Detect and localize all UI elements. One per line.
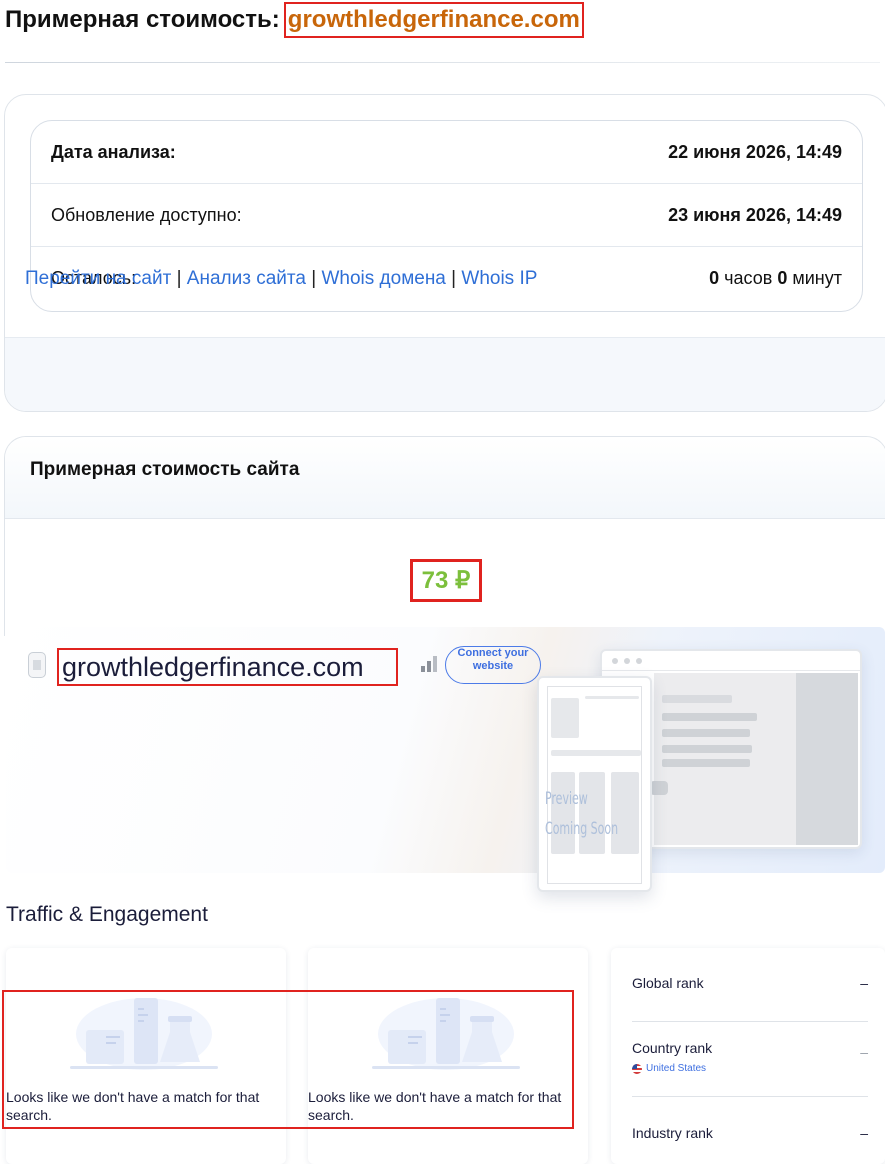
country-name: United States: [646, 1063, 707, 1074]
site-value-title: Примерная стоимость сайта: [5, 437, 885, 519]
page-title-domain: growthledgerfinance.com: [283, 2, 584, 38]
industry-rank-value: –: [860, 1125, 868, 1141]
update-available-row: Обновление доступно: 23 июня 2026, 14:49: [31, 184, 862, 247]
analysis-date-value: 22 июня 2026, 14:49: [668, 141, 842, 162]
global-rank-row: Global rank –: [632, 975, 868, 991]
global-rank-label: Global rank: [632, 975, 704, 991]
site-value-price: 73 ₽: [410, 559, 482, 602]
link-separator: |: [311, 268, 317, 289]
remaining-minutes-unit: минут: [792, 268, 842, 288]
analysis-info-card: Дата анализа: 22 июня 2026, 14:49 Обновл…: [4, 94, 885, 412]
update-available-value: 23 июня 2026, 14:49: [668, 204, 842, 225]
remaining-hours-unit: часов: [724, 268, 773, 288]
page-header: Примерная стоимость: growthledgerfinance…: [5, 2, 584, 38]
site-value-card: Примерная стоимость сайта: [4, 436, 885, 636]
link-whois-ip[interactable]: Whois IP: [461, 268, 537, 289]
industry-rank-label: Industry rank: [632, 1125, 713, 1141]
update-available-label: Обновление доступно:: [51, 204, 242, 225]
analysis-date-label: Дата анализа:: [51, 141, 176, 162]
industry-rank-row: Industry rank –: [632, 1125, 868, 1141]
country-rank-value: –: [860, 1044, 868, 1060]
signal-bars-icon: [421, 656, 439, 672]
link-separator: |: [451, 268, 457, 289]
us-flag-icon: [632, 1063, 642, 1074]
mobile-preview-image: Preview Coming Soon: [537, 676, 652, 892]
analysis-date-row: Дата анализа: 22 июня 2026, 14:49: [31, 121, 862, 184]
links-footer: [5, 337, 885, 411]
overview-domain: growthledgerfinance.com: [57, 648, 398, 686]
highlight-outline: [2, 990, 574, 1129]
traffic-engagement-title: Traffic & Engagement: [6, 903, 208, 926]
header-divider: [5, 62, 880, 63]
site-links: Перейти на сайт | Анализ сайта | Whois д…: [25, 268, 537, 290]
country-rank-label: Country rank: [632, 1040, 713, 1056]
connect-website-button[interactable]: Connect your website: [445, 646, 541, 684]
site-favicon-icon: [28, 652, 46, 678]
remaining-hours-value: 0: [709, 268, 720, 288]
remaining-minutes-value: 0: [777, 268, 788, 288]
link-site-analysis[interactable]: Анализ сайта: [187, 268, 306, 289]
rank-divider: [632, 1096, 868, 1097]
rank-divider: [632, 1021, 868, 1022]
preview-coming-soon-text: Preview Coming Soon: [545, 789, 619, 839]
remaining-value: 0 часов 0 минут: [709, 268, 842, 289]
global-rank-value: –: [860, 975, 868, 991]
link-go-to-site[interactable]: Перейти на сайт: [25, 268, 171, 289]
page-title: Примерная стоимость:: [5, 6, 280, 33]
link-whois-domain[interactable]: Whois домена: [321, 268, 445, 289]
country-rank-row: Country rank –: [632, 1040, 868, 1060]
link-separator: |: [176, 268, 182, 289]
country-rank-country[interactable]: United States: [632, 1063, 706, 1074]
